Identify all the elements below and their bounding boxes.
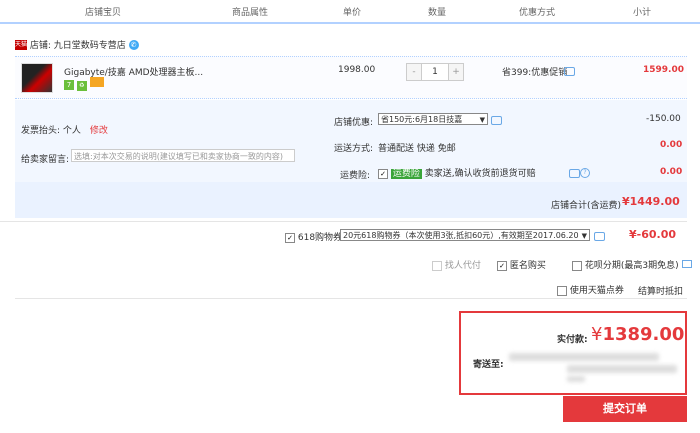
chevron-down-icon: ▼ bbox=[581, 232, 587, 240]
chevron-down-icon: ▼ bbox=[479, 116, 485, 124]
invoice-value: 个人 bbox=[62, 126, 81, 136]
shop-row: 天猫 店铺: 九日堂数码专营店 ✆ bbox=[15, 38, 139, 52]
shop-total-amount: ¥1449.00 bbox=[622, 195, 680, 208]
insurance-text: 卖家送,确认收货前退货可赔 bbox=[424, 169, 536, 179]
currency-symbol: ¥ bbox=[591, 324, 603, 345]
discount-chat-icon[interactable] bbox=[491, 116, 502, 125]
anonymous-option[interactable]: ✓ 匿名购买 bbox=[497, 258, 546, 271]
shipping-value: 普通配送 快递 免邮 bbox=[378, 144, 456, 154]
card-icon bbox=[681, 260, 692, 268]
address-blurred bbox=[509, 353, 659, 361]
insurance-row: ✓ 运费险 卖家送,确认收货前退货可赔 bbox=[378, 166, 536, 179]
seven-day-return-icon: 7 bbox=[64, 80, 74, 90]
ship-to-label: 寄送至: bbox=[473, 360, 504, 370]
coupon-select[interactable]: 20元618购物券（本次使用3张,抵扣60元）,有效期至2017.06.20 ▼ bbox=[340, 229, 590, 241]
payment-label: 实付款: bbox=[557, 335, 588, 345]
tmall-badge-icon: 天猫 bbox=[15, 39, 28, 50]
insurance-chat-icon[interactable] bbox=[569, 169, 580, 178]
invoice-edit-link[interactable]: 修改 bbox=[90, 126, 108, 136]
shop-total-label: 店铺合计(含运费) bbox=[551, 201, 622, 211]
shop-name[interactable]: 店铺: 九日堂数码专营店 bbox=[30, 41, 126, 51]
anonymous-checkbox[interactable]: ✓ bbox=[497, 260, 507, 271]
order-table-header: 店铺宝贝 商品属性 单价 数量 优惠方式 小计 bbox=[0, 0, 700, 24]
proxy-pay-label: 找人代付 bbox=[444, 261, 481, 271]
promotion-text: 省399:优惠促销 bbox=[502, 68, 568, 78]
col-price: 单价 bbox=[343, 8, 362, 18]
huabei-option[interactable]: 花呗分期(最高3期免息) bbox=[572, 258, 692, 271]
coupon-label: 618购物券 bbox=[297, 233, 343, 243]
shop-discount-label: 店铺优惠: bbox=[334, 118, 374, 128]
guarantee-icon: ♻ bbox=[76, 81, 87, 91]
message-label: 给卖家留言: bbox=[21, 155, 70, 165]
shipping-amount: 0.00 bbox=[660, 140, 683, 150]
proxy-pay-checkbox[interactable] bbox=[432, 260, 442, 271]
shop-discount-select[interactable]: 省150元:6月18日技嘉 ▼ bbox=[378, 113, 488, 125]
address-blurred-2 bbox=[567, 365, 677, 373]
col-subtotal: 小计 bbox=[633, 8, 652, 18]
shop-discount-amount: -150.00 bbox=[646, 114, 681, 124]
insurance-badge: 运费险 bbox=[390, 169, 422, 179]
product-thumbnail[interactable] bbox=[21, 63, 53, 93]
invoice-row: 发票抬头: 个人 修改 bbox=[21, 123, 108, 136]
divider bbox=[0, 221, 687, 222]
tmall-points-checkbox[interactable] bbox=[557, 285, 567, 296]
submit-order-button[interactable]: 提交订单 bbox=[563, 396, 687, 422]
quantity-decrease-button[interactable]: - bbox=[407, 64, 422, 80]
coupon-checkbox[interactable]: ✓ bbox=[285, 232, 295, 243]
settle-deduct-label: 结算时抵扣 bbox=[638, 287, 684, 297]
shop-discount-selected: 省150元:6月18日技嘉 bbox=[381, 115, 463, 124]
huabei-checkbox[interactable] bbox=[572, 260, 582, 271]
col-quantity: 数量 bbox=[428, 8, 447, 18]
shipping-label: 运送方式: bbox=[334, 144, 374, 154]
coupon-chat-icon[interactable] bbox=[594, 232, 605, 241]
proxy-pay-option[interactable]: 找人代付 bbox=[432, 258, 481, 271]
coupon-amount: ¥-60.00 bbox=[629, 228, 677, 241]
quantity-increase-button[interactable]: + bbox=[448, 64, 463, 80]
divider bbox=[15, 298, 687, 299]
service-icons: 7 ♻ bbox=[64, 77, 104, 91]
payment-summary-box: 实付款: ¥1389.00 寄送至: bbox=[459, 311, 687, 395]
wangwang-chat-icon[interactable]: ✆ bbox=[128, 39, 139, 50]
col-item: 店铺宝贝 bbox=[85, 8, 122, 18]
insurance-checkbox[interactable]: ✓ bbox=[378, 168, 388, 179]
coupon-selected: 20元618购物券（本次使用3张,抵扣60元）,有效期至2017.06.20 bbox=[343, 231, 579, 240]
col-discount: 优惠方式 bbox=[519, 8, 556, 18]
tmall-points-option[interactable]: 使用天猫点券 bbox=[557, 283, 624, 296]
message-input[interactable]: 选填:对本次交易的说明(建议填写已和卖家协商一致的内容) bbox=[71, 149, 295, 162]
quantity-stepper[interactable]: - 1 + bbox=[406, 63, 464, 81]
order-item-row: Gigabyte/技嘉 AMD处理器主板... 7 ♻ 1998.00 省399… bbox=[15, 56, 687, 99]
payment-amount-wrap: ¥1389.00 bbox=[591, 324, 684, 345]
credit-card-icon bbox=[89, 77, 104, 87]
huabei-label: 花呗分期(最高3期免息) bbox=[584, 261, 679, 271]
tmall-points-label: 使用天猫点券 bbox=[569, 286, 624, 296]
invoice-label: 发票抬头: bbox=[21, 126, 61, 136]
payment-amount: 1389.00 bbox=[602, 324, 685, 345]
recipient-blurred bbox=[567, 376, 585, 382]
insurance-amount: 0.00 bbox=[660, 167, 683, 177]
quantity-input[interactable]: 1 bbox=[422, 64, 448, 80]
unit-price: 1998.00 bbox=[338, 65, 376, 75]
promo-chat-icon[interactable] bbox=[564, 67, 575, 76]
col-attributes: 商品属性 bbox=[232, 8, 269, 18]
anonymous-label: 匿名购买 bbox=[509, 261, 546, 271]
insurance-label: 运费险: bbox=[340, 171, 371, 181]
help-icon[interactable]: ? bbox=[580, 168, 590, 178]
item-subtotal: 1599.00 bbox=[643, 65, 684, 75]
coupon-row: ✓ 618购物券 bbox=[285, 230, 342, 243]
